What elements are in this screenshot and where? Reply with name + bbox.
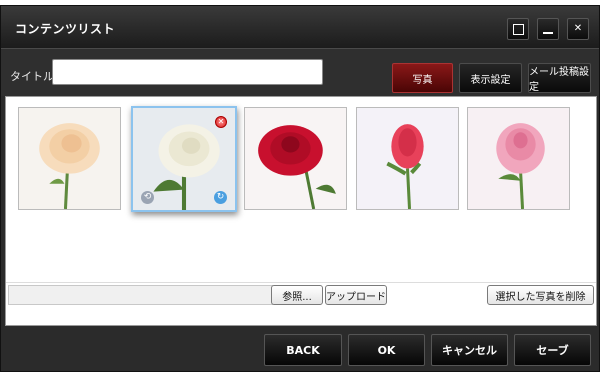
rose-image xyxy=(357,108,458,209)
delete-selected-button[interactable]: 選択した写真を削除 xyxy=(487,285,594,305)
refresh-icon[interactable]: ↻ xyxy=(214,191,227,204)
upload-row: 参照... アップロード 選択した写真を削除 xyxy=(6,282,596,308)
upload-button[interactable]: アップロード xyxy=(325,285,387,305)
close-button[interactable]: ✕ xyxy=(567,18,589,40)
minimize-icon xyxy=(543,31,553,34)
tab-photos[interactable]: 写真 xyxy=(392,63,453,93)
cancel-button[interactable]: キャンセル xyxy=(431,334,508,366)
delete-photo-icon[interactable]: ✕ xyxy=(215,116,227,128)
toolbar: タイトル: 写真 表示設定 メール投稿設定 xyxy=(1,48,599,96)
settings-icon[interactable]: ⟲ xyxy=(141,191,154,204)
file-path-field[interactable] xyxy=(8,285,273,305)
title-input[interactable] xyxy=(52,59,323,85)
maximize-button[interactable] xyxy=(507,18,529,40)
photo-thumbnail[interactable] xyxy=(18,107,121,210)
photo-gallery: ✕ ⟲ ↻ xyxy=(6,97,596,277)
photo-thumbnail[interactable] xyxy=(244,107,347,210)
photo-thumbnail[interactable] xyxy=(356,107,459,210)
minimize-button[interactable] xyxy=(537,18,559,40)
footer: BACK OK キャンセル セーブ xyxy=(1,330,599,372)
photo-thumbnail-selected[interactable]: ✕ ⟲ ↻ xyxy=(131,106,237,212)
title-label: タイトル: xyxy=(10,70,58,83)
photo-panel: ✕ ⟲ ↻ 参照... アップロード 選択した写真を削除 xyxy=(5,96,597,326)
window-title: コンテンツリスト xyxy=(15,22,116,36)
rose-image xyxy=(245,108,346,209)
save-button[interactable]: セーブ xyxy=(514,334,591,366)
rose-image xyxy=(19,108,120,209)
back-button[interactable]: BACK xyxy=(264,334,342,366)
tab-mail-post-settings[interactable]: メール投稿設定 xyxy=(528,63,591,93)
tab-display-settings[interactable]: 表示設定 xyxy=(459,63,522,93)
rose-image xyxy=(468,108,569,209)
maximize-icon xyxy=(512,23,524,35)
title-bar[interactable]: コンテンツリスト ✕ xyxy=(1,6,599,48)
browse-button[interactable]: 参照... xyxy=(271,285,323,305)
close-icon: ✕ xyxy=(573,23,583,34)
content-list-dialog: コンテンツリスト ✕ タイトル: 写真 表示設定 メール投稿設定 ✕ ⟲ ↻ 参… xyxy=(0,5,600,372)
ok-button[interactable]: OK xyxy=(348,334,425,366)
photo-thumbnail[interactable] xyxy=(467,107,570,210)
